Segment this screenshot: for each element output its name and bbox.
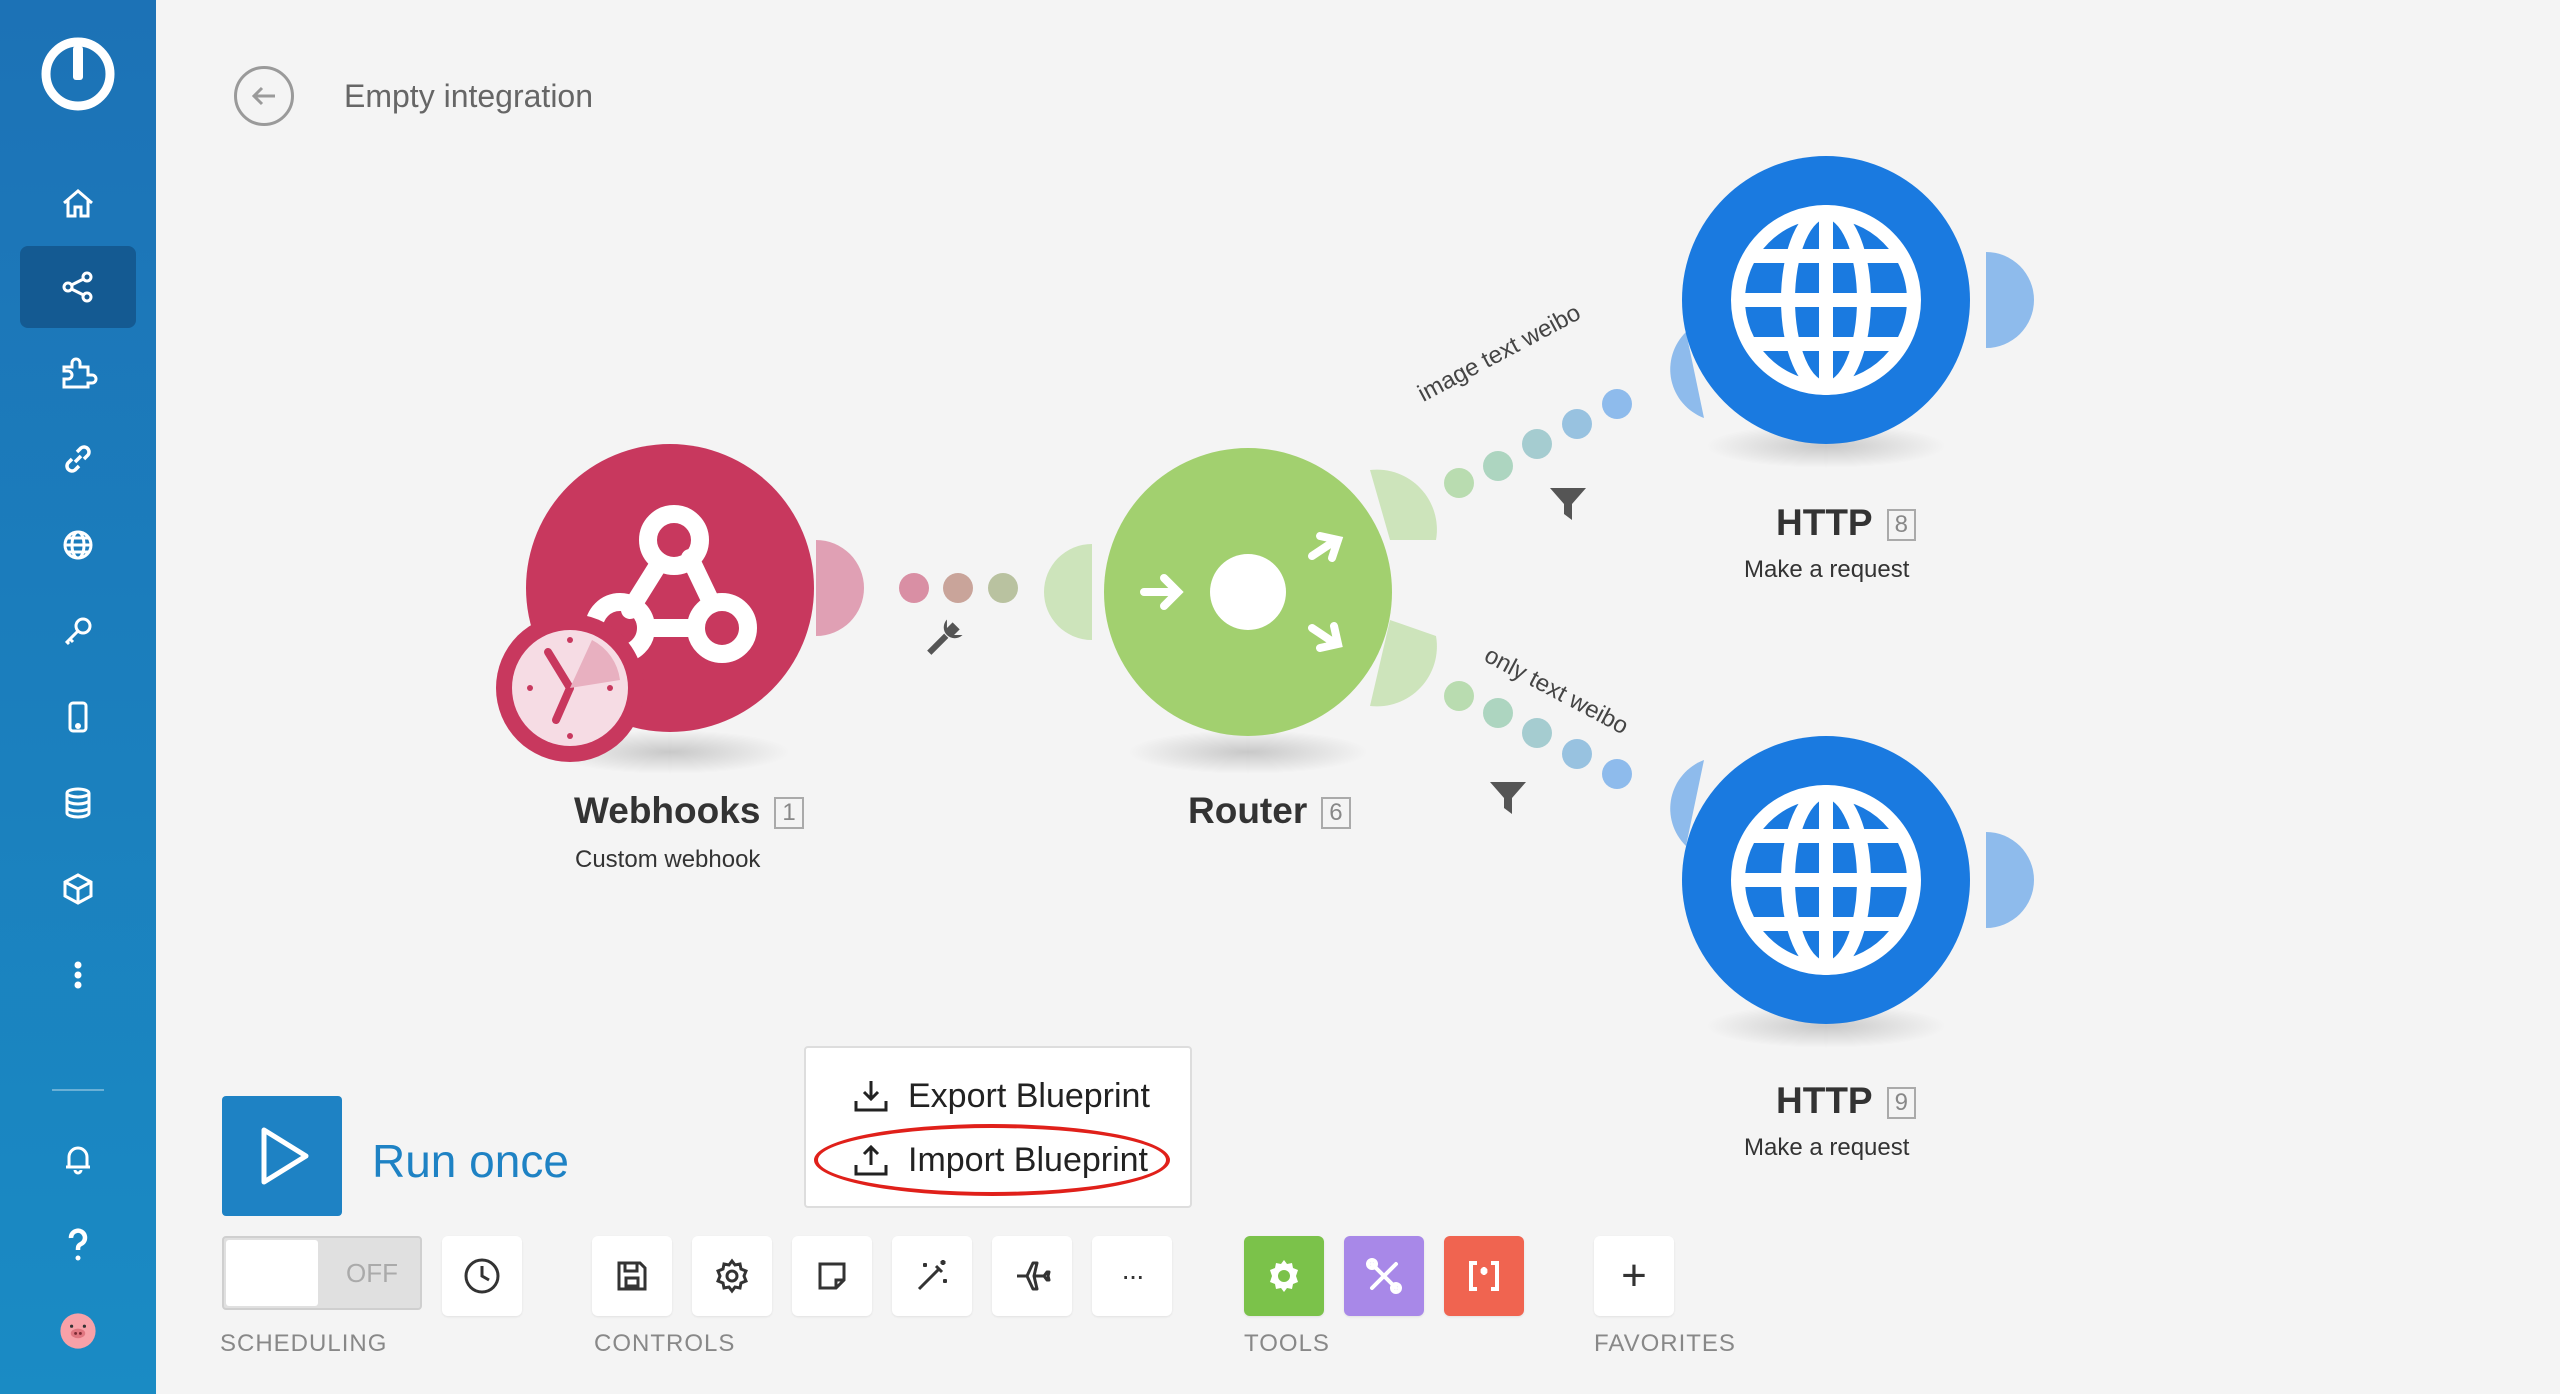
airplane-icon — [1017, 1261, 1051, 1291]
favorites-section-label: FAVORITES — [1594, 1330, 1736, 1357]
filter-icon-lower[interactable] — [1490, 782, 1526, 814]
toggle-state: OFF — [346, 1258, 398, 1288]
save-button[interactable] — [592, 1236, 672, 1316]
settings-icon — [716, 1258, 748, 1294]
scheduling-toggle[interactable]: OFF — [222, 1236, 422, 1310]
webhooks-module-title: Webhooks 1 — [574, 790, 804, 832]
webhooks-output-handle[interactable] — [816, 540, 864, 636]
scenario-settings-button[interactable] — [692, 1236, 772, 1316]
magic-wand-icon — [917, 1260, 947, 1291]
router-output-handle-1[interactable] — [1370, 469, 1437, 540]
router-module-title: Router 6 — [1188, 790, 1351, 832]
module-number: 8 — [1886, 509, 1916, 542]
filter-icon-upper[interactable] — [1550, 488, 1586, 520]
plus-icon: + — [1621, 1251, 1647, 1300]
router-input-handle[interactable] — [1044, 544, 1092, 640]
flow-control-button[interactable] — [1344, 1236, 1424, 1316]
wrench-icon[interactable] — [921, 618, 963, 660]
http8-output-handle[interactable] — [1986, 252, 2034, 348]
tools-section-label: TOOLS — [1244, 1330, 1330, 1357]
connection-router-http8[interactable] — [1444, 389, 1632, 498]
globe-icon — [1731, 205, 1921, 395]
globe-icon — [1731, 785, 1921, 975]
run-once-button[interactable] — [222, 1096, 342, 1216]
connection-webhooks-router[interactable] — [899, 573, 1018, 603]
download-icon — [854, 1081, 888, 1112]
module-number: 6 — [1321, 797, 1351, 830]
http8-module-subtitle: Make a request — [1744, 556, 1910, 583]
toggle-knob — [226, 1240, 318, 1306]
gear-icon — [1270, 1260, 1298, 1292]
more-button[interactable]: ··· — [1092, 1236, 1172, 1316]
tools-button[interactable] — [1244, 1236, 1324, 1316]
app-root: Empty integration Webhooks 1 Custom webh… — [0, 0, 2560, 1394]
webhooks-module-subtitle: Custom webhook — [575, 846, 761, 873]
scheduling-section-label: SCHEDULING — [220, 1330, 388, 1357]
http9-module-subtitle: Make a request — [1744, 1134, 1910, 1161]
module-number: 1 — [774, 797, 804, 830]
tools-icon — [1366, 1258, 1402, 1294]
run-once-label[interactable]: Run once — [372, 1134, 569, 1188]
http8-module-title: HTTP 8 — [1776, 502, 1916, 544]
module-name: HTTP — [1776, 1080, 1873, 1121]
explain-flow-button[interactable] — [992, 1236, 1072, 1316]
export-blueprint-label: Export Blueprint — [908, 1076, 1150, 1115]
http9-module-title: HTTP 9 — [1776, 1080, 1916, 1122]
http9-output-handle[interactable] — [1986, 832, 2034, 928]
more-icon: ··· — [1121, 1260, 1145, 1291]
module-name: HTTP — [1776, 502, 1873, 543]
clock-icon — [464, 1258, 500, 1294]
note-icon — [818, 1262, 846, 1290]
add-favorite-button[interactable]: + — [1594, 1236, 1674, 1316]
export-blueprint-item[interactable]: Export Blueprint — [852, 1068, 1150, 1124]
highlight-annotation — [814, 1124, 1170, 1196]
notes-button[interactable] — [792, 1236, 872, 1316]
module-name: Webhooks — [574, 790, 761, 831]
controls-section-label: CONTROLS — [594, 1330, 736, 1357]
save-icon — [617, 1261, 647, 1291]
module-name: Router — [1188, 790, 1308, 831]
play-icon — [261, 1127, 309, 1185]
schedule-settings-button[interactable] — [442, 1236, 522, 1316]
auto-align-button[interactable] — [892, 1236, 972, 1316]
text-parser-button[interactable] — [1444, 1236, 1524, 1316]
module-number: 9 — [1886, 1087, 1916, 1120]
brackets-icon — [1469, 1261, 1499, 1291]
